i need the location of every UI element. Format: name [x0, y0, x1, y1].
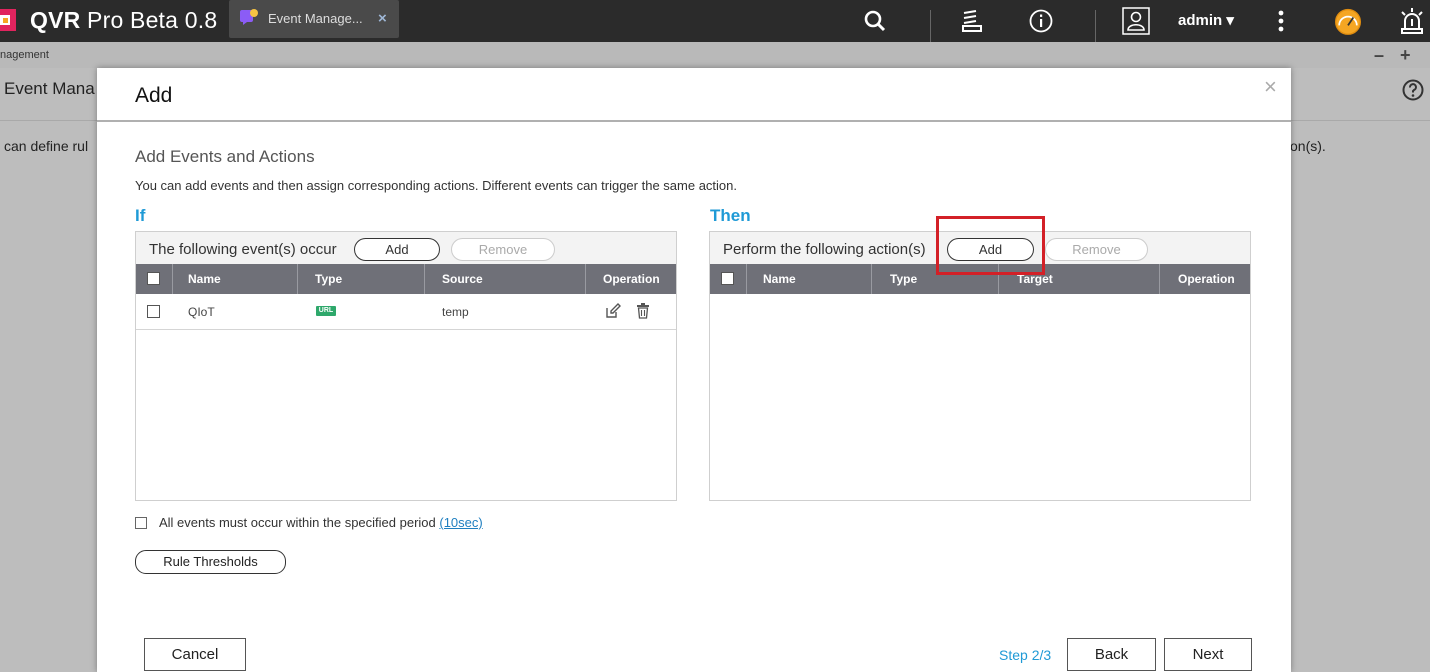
dialog-divider — [97, 120, 1291, 122]
app-title-rest: Pro Beta 0.8 — [87, 7, 218, 33]
background-page-title: Event Mana — [4, 79, 95, 98]
add-rule-dialog: Add × Add Events and Actions You can add… — [97, 68, 1291, 672]
topbar-divider — [930, 10, 931, 42]
column-header-operation: Operation — [603, 272, 660, 286]
column-divider — [746, 264, 747, 294]
tab-close-icon[interactable]: × — [378, 10, 387, 27]
add-event-button[interactable]: Add — [354, 238, 440, 261]
top-bar: QVR Pro Beta 0.8 Event Manage... × admin… — [0, 0, 1430, 42]
column-divider — [297, 264, 298, 294]
column-header-operation: Operation — [1178, 272, 1235, 286]
if-heading: If — [135, 206, 146, 225]
remove-action-button[interactable]: Remove — [1045, 238, 1148, 261]
period-checkbox-text: All events must occur within the specifi… — [159, 515, 483, 530]
select-all-actions-checkbox[interactable] — [721, 272, 734, 285]
column-divider — [1159, 264, 1160, 294]
edit-icon[interactable] — [605, 303, 621, 319]
section-title: Add Events and Actions — [135, 147, 315, 166]
breadcrumb: nagement — [0, 49, 49, 61]
task-queue-icon[interactable] — [957, 6, 987, 36]
highlight-box — [936, 216, 1045, 275]
alarm-icon[interactable] — [1397, 6, 1427, 36]
column-divider — [424, 264, 425, 294]
tab-event-management[interactable]: Event Manage... × — [229, 0, 399, 38]
actions-label: Perform the following action(s) — [723, 241, 926, 258]
column-header-name[interactable]: Name — [188, 264, 221, 294]
event-name: QIoT — [188, 305, 215, 319]
minimize-icon[interactable]: – — [1374, 45, 1384, 66]
period-checkbox-label: All events must occur within the specifi… — [159, 515, 440, 530]
event-management-icon — [240, 9, 258, 25]
dialog-title: Add — [135, 84, 173, 107]
events-table-header: Name Type Source Operation — [136, 264, 676, 294]
then-heading: Then — [710, 206, 751, 225]
column-divider — [871, 264, 872, 294]
column-divider — [172, 264, 173, 294]
events-toolbar: The following event(s) occur Add Remove — [136, 232, 676, 264]
app-title-bold: QVR — [30, 7, 81, 33]
section-description: You can add events and then assign corre… — [135, 178, 737, 193]
url-type-badge: URL — [316, 306, 336, 316]
step-indicator: Step 2/3 — [999, 647, 1052, 663]
topbar-divider — [1095, 10, 1096, 42]
tab-label: Event Manage... — [268, 11, 363, 26]
help-icon[interactable] — [1402, 79, 1424, 101]
table-row[interactable]: QIoT URL temp — [136, 294, 676, 330]
more-icon[interactable] — [1266, 6, 1296, 36]
column-header-type[interactable]: Type — [315, 264, 342, 294]
close-icon[interactable]: × — [1264, 74, 1277, 100]
events-label: The following event(s) occur — [149, 241, 337, 258]
row-checkbox[interactable] — [147, 305, 160, 318]
rule-thresholds-button[interactable]: Rule Thresholds — [135, 550, 286, 574]
event-source: temp — [442, 305, 469, 319]
app-title: QVR Pro Beta 0.8 — [30, 7, 217, 34]
background-window-bar: nagement – + — [0, 42, 1430, 68]
period-checkbox[interactable] — [135, 517, 147, 529]
info-icon[interactable] — [1026, 6, 1056, 36]
user-icon[interactable] — [1121, 6, 1151, 36]
column-header-name[interactable]: Name — [763, 264, 796, 294]
search-icon[interactable] — [860, 6, 890, 36]
background-description-tail: on(s). — [1290, 138, 1326, 154]
remove-event-button[interactable]: Remove — [451, 238, 555, 261]
user-menu[interactable]: admin ▾ — [1178, 11, 1234, 29]
dashboard-gauge-icon[interactable] — [1333, 6, 1363, 36]
events-panel: The following event(s) occur Add Remove … — [135, 231, 677, 501]
select-all-events-checkbox[interactable] — [147, 272, 160, 285]
column-divider — [585, 264, 586, 294]
period-link[interactable]: (10sec) — [439, 515, 482, 530]
back-button[interactable]: Back — [1067, 638, 1156, 671]
column-header-source[interactable]: Source — [442, 264, 483, 294]
background-description: can define rul — [4, 138, 89, 154]
column-header-type[interactable]: Type — [890, 264, 917, 294]
qvr-logo-icon — [0, 9, 16, 31]
delete-icon[interactable] — [636, 303, 650, 319]
next-button[interactable]: Next — [1164, 638, 1252, 671]
maximize-icon[interactable]: + — [1400, 45, 1411, 66]
cancel-button[interactable]: Cancel — [144, 638, 246, 671]
